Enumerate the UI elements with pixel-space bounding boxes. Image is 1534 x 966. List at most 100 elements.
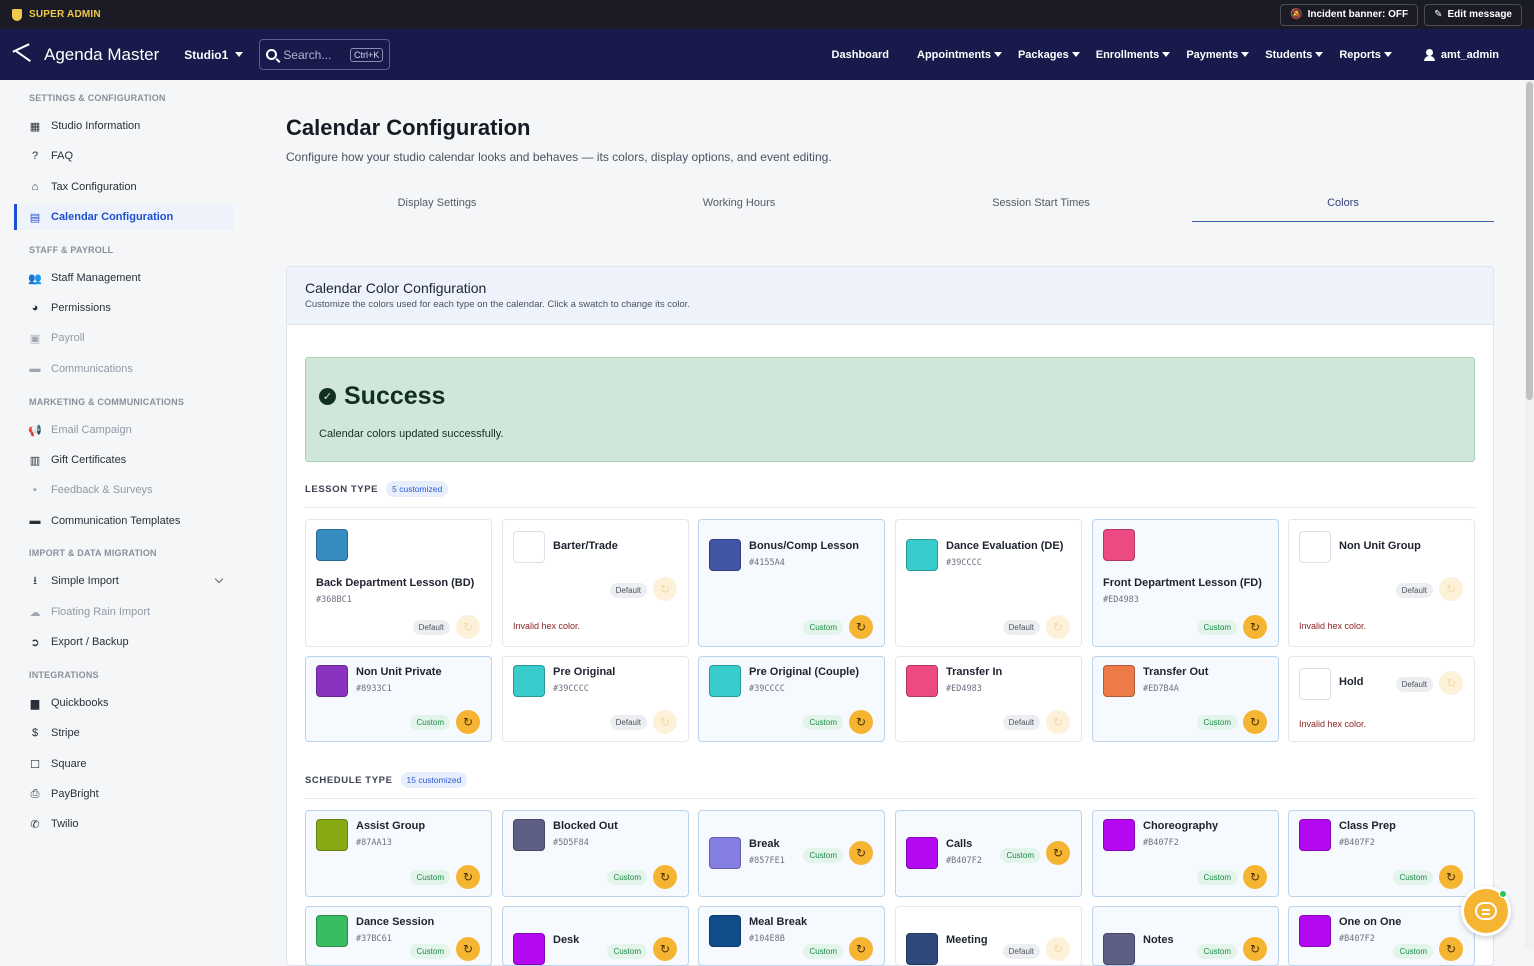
color-swatch[interactable] (709, 837, 741, 869)
color-swatch[interactable] (316, 819, 348, 851)
sidebar-item-communication-templates[interactable]: ▬ Communication Templates (14, 508, 234, 534)
reset-color-button[interactable]: ↻ (456, 710, 480, 734)
color-swatch[interactable] (1299, 819, 1331, 851)
user-icon (1423, 48, 1435, 61)
tab-session-start-times[interactable]: Session Start Times (890, 188, 1192, 222)
nav-students[interactable]: Students (1257, 49, 1331, 61)
reset-color-button[interactable]: ↻ (1439, 865, 1463, 889)
color-swatch[interactable] (1103, 933, 1135, 965)
sidebar-item-permissions[interactable]: ◕ Permissions (14, 295, 234, 321)
reset-color-button[interactable]: ↻ (1243, 865, 1267, 889)
sidebar-item-gift-certificates[interactable]: ▥ Gift Certificates (14, 447, 234, 473)
sidebar-item-label: Studio Information (51, 120, 141, 132)
color-card-notes: Notes Custom ↻ (1092, 906, 1279, 966)
sidebar-item-square[interactable]: ☐ Square (14, 751, 234, 777)
reset-color-button[interactable]: ↻ (1046, 841, 1070, 865)
reset-color-button[interactable]: ↻ (849, 937, 873, 961)
page-scrollbar[interactable] (1525, 80, 1534, 949)
nav-payments[interactable]: Payments (1178, 49, 1257, 61)
reset-color-button[interactable]: ↻ (653, 577, 677, 601)
sidebar-item-email-campaign[interactable]: 📢 Email Campaign (14, 417, 234, 443)
scrollbar-thumb[interactable] (1526, 82, 1533, 400)
nav-packages[interactable]: Packages (1010, 49, 1088, 61)
refresh-icon: ↻ (1445, 870, 1457, 884)
reset-color-button[interactable]: ↻ (1046, 615, 1070, 639)
tab-colors[interactable]: Colors (1192, 188, 1494, 222)
sidebar-item-feedback-surveys[interactable]: ▪ Feedback & Surveys (14, 477, 234, 503)
schedule-type-header: SCHEDULE TYPE 15 customized (305, 772, 468, 788)
color-swatch[interactable] (709, 539, 741, 571)
color-swatch[interactable] (1299, 531, 1331, 563)
nav-reports[interactable]: Reports (1331, 49, 1400, 61)
reset-color-button[interactable]: ↻ (1046, 710, 1070, 734)
color-swatch[interactable] (1103, 665, 1135, 697)
sidebar-item-quickbooks[interactable]: ▆ Quickbooks (14, 690, 234, 716)
reset-color-button[interactable]: ↻ (1243, 615, 1267, 639)
reset-color-button[interactable]: ↻ (456, 615, 480, 639)
reset-color-button[interactable]: ↻ (849, 841, 873, 865)
color-swatch[interactable] (709, 665, 741, 697)
chat-widget-button[interactable] (1461, 886, 1511, 936)
sidebar-item-faq[interactable]: ? FAQ (14, 143, 234, 169)
bank-icon: ⌂ (31, 181, 39, 193)
reset-color-button[interactable]: ↻ (456, 937, 480, 961)
reset-color-button[interactable]: ↻ (1439, 671, 1463, 695)
sidebar-item-staff-management[interactable]: 👥 Staff Management (14, 265, 234, 291)
edit-message-button[interactable]: ✎ Edit message (1424, 3, 1522, 26)
color-type-name: Assist Group (356, 820, 426, 832)
color-swatch[interactable] (1103, 529, 1135, 561)
reset-color-button[interactable]: ↻ (1243, 937, 1267, 961)
reset-color-button[interactable]: ↻ (653, 937, 677, 961)
color-swatch[interactable] (906, 933, 938, 965)
tab-working-hours[interactable]: Working Hours (588, 188, 890, 222)
color-swatch[interactable] (513, 531, 545, 563)
reset-color-button[interactable]: ↻ (849, 615, 873, 639)
reset-color-button[interactable]: ↻ (1439, 577, 1463, 601)
nav-enrollments[interactable]: Enrollments (1088, 49, 1179, 61)
app-logo[interactable]: Agenda Master (10, 45, 159, 65)
sidebar-item-simple-import[interactable]: ⭳ Simple Import (14, 568, 234, 594)
tab-display-settings[interactable]: Display Settings (286, 188, 588, 222)
sidebar-item-stripe[interactable]: $ Stripe (14, 720, 234, 746)
color-swatch[interactable] (1299, 915, 1331, 947)
document-icon: ▆ (30, 697, 40, 710)
incident-banner-button[interactable]: 🔕 Incident banner: OFF (1280, 3, 1419, 26)
sidebar-item-communications[interactable]: ▬ Communications (14, 356, 234, 382)
sidebar-item-paybright[interactable]: ⎙ PayBright (14, 781, 234, 807)
color-swatch[interactable] (513, 933, 545, 965)
studio-selector[interactable]: Studio1 (184, 48, 244, 62)
color-swatch[interactable] (316, 665, 348, 697)
nav-dashboard[interactable]: Dashboard (824, 49, 909, 61)
color-swatch[interactable] (1103, 819, 1135, 851)
color-swatch[interactable] (316, 529, 348, 561)
sidebar-item-payroll[interactable]: ▣ Payroll (14, 325, 234, 351)
reset-color-button[interactable]: ↻ (653, 865, 677, 889)
reset-color-button[interactable]: ↻ (456, 865, 480, 889)
color-swatch[interactable] (513, 819, 545, 851)
nav-appointments[interactable]: Appointments (909, 49, 1010, 61)
refresh-icon: ↻ (855, 715, 867, 729)
color-swatch[interactable] (316, 915, 348, 947)
reset-color-button[interactable]: ↻ (1046, 937, 1070, 961)
reset-color-button[interactable]: ↻ (849, 710, 873, 734)
color-swatch[interactable] (906, 539, 938, 571)
color-swatch[interactable] (906, 837, 938, 869)
sidebar-item-tax-configuration[interactable]: ⌂ Tax Configuration (14, 174, 234, 200)
reset-color-button[interactable]: ↻ (1243, 710, 1267, 734)
color-swatch[interactable] (906, 665, 938, 697)
validation-error: Invalid hex color. (1299, 719, 1367, 729)
sidebar-item-twilio[interactable]: ✆ Twilio (14, 811, 234, 837)
sidebar-item-export-backup[interactable]: ➲ Export / Backup (14, 629, 234, 655)
reset-color-button[interactable]: ↻ (653, 710, 677, 734)
user-menu[interactable]: amt_admin (1423, 48, 1499, 61)
sidebar-item-calendar-configuration[interactable]: ▤ Calendar Configuration (14, 204, 234, 230)
sidebar-item-studio-information[interactable]: ▦ Studio Information (14, 113, 234, 139)
color-type-name: Class Prep (1339, 820, 1396, 832)
sidebar-item-floating-rain-import[interactable]: ☁ Floating Rain Import (14, 599, 234, 625)
color-swatch[interactable] (709, 915, 741, 947)
search-input[interactable]: Search... Ctrl+K (259, 39, 391, 70)
color-swatch[interactable] (513, 665, 545, 697)
color-swatch[interactable] (1299, 668, 1331, 700)
reset-color-button[interactable]: ↻ (1439, 937, 1463, 961)
sidebar-item-label: Stripe (51, 727, 80, 739)
